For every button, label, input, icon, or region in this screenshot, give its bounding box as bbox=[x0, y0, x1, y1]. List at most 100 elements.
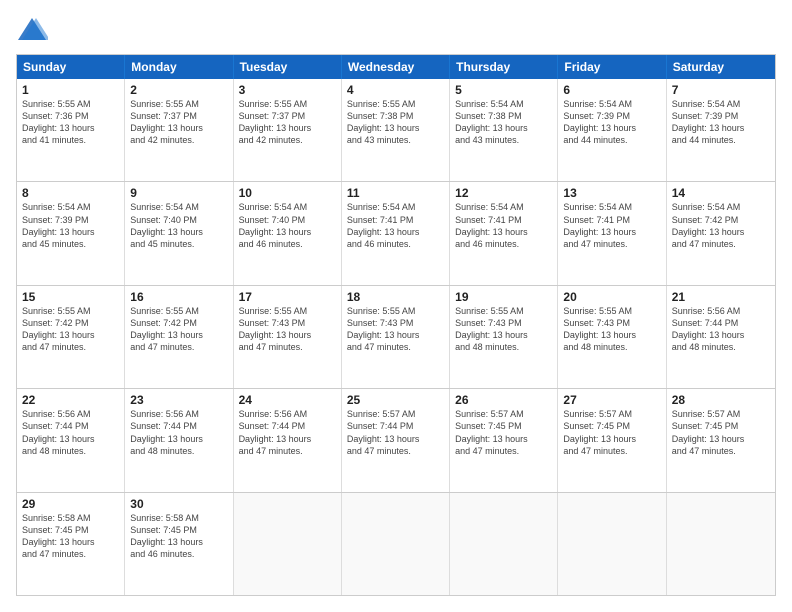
day-info: Sunrise: 5:54 AM Sunset: 7:41 PM Dayligh… bbox=[347, 201, 444, 250]
calendar-day-24: 24Sunrise: 5:56 AM Sunset: 7:44 PM Dayli… bbox=[234, 389, 342, 491]
day-info: Sunrise: 5:54 AM Sunset: 7:39 PM Dayligh… bbox=[22, 201, 119, 250]
day-info: Sunrise: 5:57 AM Sunset: 7:45 PM Dayligh… bbox=[672, 408, 770, 457]
calendar-day-22: 22Sunrise: 5:56 AM Sunset: 7:44 PM Dayli… bbox=[17, 389, 125, 491]
day-number: 22 bbox=[22, 393, 119, 407]
calendar-header-row: SundayMondayTuesdayWednesdayThursdayFrid… bbox=[17, 55, 775, 79]
calendar-day-empty bbox=[450, 493, 558, 595]
day-number: 28 bbox=[672, 393, 770, 407]
calendar-day-12: 12Sunrise: 5:54 AM Sunset: 7:41 PM Dayli… bbox=[450, 182, 558, 284]
calendar-day-21: 21Sunrise: 5:56 AM Sunset: 7:44 PM Dayli… bbox=[667, 286, 775, 388]
day-header-saturday: Saturday bbox=[667, 55, 775, 79]
day-info: Sunrise: 5:56 AM Sunset: 7:44 PM Dayligh… bbox=[239, 408, 336, 457]
calendar-day-8: 8Sunrise: 5:54 AM Sunset: 7:39 PM Daylig… bbox=[17, 182, 125, 284]
day-number: 12 bbox=[455, 186, 552, 200]
calendar-day-17: 17Sunrise: 5:55 AM Sunset: 7:43 PM Dayli… bbox=[234, 286, 342, 388]
day-info: Sunrise: 5:54 AM Sunset: 7:40 PM Dayligh… bbox=[239, 201, 336, 250]
calendar-day-3: 3Sunrise: 5:55 AM Sunset: 7:37 PM Daylig… bbox=[234, 79, 342, 181]
calendar-day-20: 20Sunrise: 5:55 AM Sunset: 7:43 PM Dayli… bbox=[558, 286, 666, 388]
day-info: Sunrise: 5:55 AM Sunset: 7:42 PM Dayligh… bbox=[130, 305, 227, 354]
day-info: Sunrise: 5:56 AM Sunset: 7:44 PM Dayligh… bbox=[130, 408, 227, 457]
day-info: Sunrise: 5:55 AM Sunset: 7:37 PM Dayligh… bbox=[130, 98, 227, 147]
day-info: Sunrise: 5:57 AM Sunset: 7:44 PM Dayligh… bbox=[347, 408, 444, 457]
calendar-day-empty bbox=[342, 493, 450, 595]
calendar-body: 1Sunrise: 5:55 AM Sunset: 7:36 PM Daylig… bbox=[17, 79, 775, 595]
day-info: Sunrise: 5:55 AM Sunset: 7:43 PM Dayligh… bbox=[347, 305, 444, 354]
day-info: Sunrise: 5:55 AM Sunset: 7:43 PM Dayligh… bbox=[563, 305, 660, 354]
calendar-day-empty bbox=[558, 493, 666, 595]
calendar-day-23: 23Sunrise: 5:56 AM Sunset: 7:44 PM Dayli… bbox=[125, 389, 233, 491]
day-info: Sunrise: 5:54 AM Sunset: 7:41 PM Dayligh… bbox=[563, 201, 660, 250]
day-number: 19 bbox=[455, 290, 552, 304]
day-number: 15 bbox=[22, 290, 119, 304]
day-number: 16 bbox=[130, 290, 227, 304]
calendar-week-2: 8Sunrise: 5:54 AM Sunset: 7:39 PM Daylig… bbox=[17, 181, 775, 284]
day-info: Sunrise: 5:54 AM Sunset: 7:38 PM Dayligh… bbox=[455, 98, 552, 147]
day-info: Sunrise: 5:55 AM Sunset: 7:42 PM Dayligh… bbox=[22, 305, 119, 354]
day-info: Sunrise: 5:58 AM Sunset: 7:45 PM Dayligh… bbox=[130, 512, 227, 561]
day-number: 30 bbox=[130, 497, 227, 511]
calendar-week-4: 22Sunrise: 5:56 AM Sunset: 7:44 PM Dayli… bbox=[17, 388, 775, 491]
calendar-day-13: 13Sunrise: 5:54 AM Sunset: 7:41 PM Dayli… bbox=[558, 182, 666, 284]
calendar-day-29: 29Sunrise: 5:58 AM Sunset: 7:45 PM Dayli… bbox=[17, 493, 125, 595]
calendar-day-14: 14Sunrise: 5:54 AM Sunset: 7:42 PM Dayli… bbox=[667, 182, 775, 284]
day-info: Sunrise: 5:54 AM Sunset: 7:39 PM Dayligh… bbox=[672, 98, 770, 147]
day-number: 3 bbox=[239, 83, 336, 97]
day-number: 23 bbox=[130, 393, 227, 407]
day-number: 2 bbox=[130, 83, 227, 97]
day-number: 7 bbox=[672, 83, 770, 97]
day-info: Sunrise: 5:55 AM Sunset: 7:43 PM Dayligh… bbox=[455, 305, 552, 354]
day-number: 24 bbox=[239, 393, 336, 407]
day-number: 17 bbox=[239, 290, 336, 304]
day-header-monday: Monday bbox=[125, 55, 233, 79]
day-header-sunday: Sunday bbox=[17, 55, 125, 79]
calendar-day-1: 1Sunrise: 5:55 AM Sunset: 7:36 PM Daylig… bbox=[17, 79, 125, 181]
calendar-day-26: 26Sunrise: 5:57 AM Sunset: 7:45 PM Dayli… bbox=[450, 389, 558, 491]
day-info: Sunrise: 5:56 AM Sunset: 7:44 PM Dayligh… bbox=[22, 408, 119, 457]
calendar-day-15: 15Sunrise: 5:55 AM Sunset: 7:42 PM Dayli… bbox=[17, 286, 125, 388]
calendar-week-5: 29Sunrise: 5:58 AM Sunset: 7:45 PM Dayli… bbox=[17, 492, 775, 595]
day-info: Sunrise: 5:55 AM Sunset: 7:38 PM Dayligh… bbox=[347, 98, 444, 147]
day-info: Sunrise: 5:55 AM Sunset: 7:43 PM Dayligh… bbox=[239, 305, 336, 354]
day-info: Sunrise: 5:57 AM Sunset: 7:45 PM Dayligh… bbox=[455, 408, 552, 457]
day-number: 11 bbox=[347, 186, 444, 200]
calendar-day-empty bbox=[234, 493, 342, 595]
day-info: Sunrise: 5:56 AM Sunset: 7:44 PM Dayligh… bbox=[672, 305, 770, 354]
calendar-day-25: 25Sunrise: 5:57 AM Sunset: 7:44 PM Dayli… bbox=[342, 389, 450, 491]
calendar-week-3: 15Sunrise: 5:55 AM Sunset: 7:42 PM Dayli… bbox=[17, 285, 775, 388]
day-number: 14 bbox=[672, 186, 770, 200]
day-number: 26 bbox=[455, 393, 552, 407]
day-info: Sunrise: 5:55 AM Sunset: 7:36 PM Dayligh… bbox=[22, 98, 119, 147]
calendar-day-28: 28Sunrise: 5:57 AM Sunset: 7:45 PM Dayli… bbox=[667, 389, 775, 491]
day-header-thursday: Thursday bbox=[450, 55, 558, 79]
calendar-day-empty bbox=[667, 493, 775, 595]
day-number: 6 bbox=[563, 83, 660, 97]
calendar-day-9: 9Sunrise: 5:54 AM Sunset: 7:40 PM Daylig… bbox=[125, 182, 233, 284]
day-number: 21 bbox=[672, 290, 770, 304]
day-number: 13 bbox=[563, 186, 660, 200]
day-info: Sunrise: 5:54 AM Sunset: 7:40 PM Dayligh… bbox=[130, 201, 227, 250]
day-number: 25 bbox=[347, 393, 444, 407]
day-info: Sunrise: 5:57 AM Sunset: 7:45 PM Dayligh… bbox=[563, 408, 660, 457]
calendar-day-6: 6Sunrise: 5:54 AM Sunset: 7:39 PM Daylig… bbox=[558, 79, 666, 181]
header bbox=[16, 16, 776, 44]
day-number: 1 bbox=[22, 83, 119, 97]
day-number: 9 bbox=[130, 186, 227, 200]
calendar-day-10: 10Sunrise: 5:54 AM Sunset: 7:40 PM Dayli… bbox=[234, 182, 342, 284]
day-number: 8 bbox=[22, 186, 119, 200]
calendar-day-2: 2Sunrise: 5:55 AM Sunset: 7:37 PM Daylig… bbox=[125, 79, 233, 181]
day-info: Sunrise: 5:54 AM Sunset: 7:39 PM Dayligh… bbox=[563, 98, 660, 147]
calendar-day-5: 5Sunrise: 5:54 AM Sunset: 7:38 PM Daylig… bbox=[450, 79, 558, 181]
calendar-day-11: 11Sunrise: 5:54 AM Sunset: 7:41 PM Dayli… bbox=[342, 182, 450, 284]
day-header-wednesday: Wednesday bbox=[342, 55, 450, 79]
day-info: Sunrise: 5:55 AM Sunset: 7:37 PM Dayligh… bbox=[239, 98, 336, 147]
day-info: Sunrise: 5:58 AM Sunset: 7:45 PM Dayligh… bbox=[22, 512, 119, 561]
calendar-day-4: 4Sunrise: 5:55 AM Sunset: 7:38 PM Daylig… bbox=[342, 79, 450, 181]
day-number: 18 bbox=[347, 290, 444, 304]
page: SundayMondayTuesdayWednesdayThursdayFrid… bbox=[0, 0, 792, 612]
day-number: 10 bbox=[239, 186, 336, 200]
day-header-friday: Friday bbox=[558, 55, 666, 79]
day-info: Sunrise: 5:54 AM Sunset: 7:42 PM Dayligh… bbox=[672, 201, 770, 250]
calendar-day-18: 18Sunrise: 5:55 AM Sunset: 7:43 PM Dayli… bbox=[342, 286, 450, 388]
calendar-day-7: 7Sunrise: 5:54 AM Sunset: 7:39 PM Daylig… bbox=[667, 79, 775, 181]
day-number: 4 bbox=[347, 83, 444, 97]
